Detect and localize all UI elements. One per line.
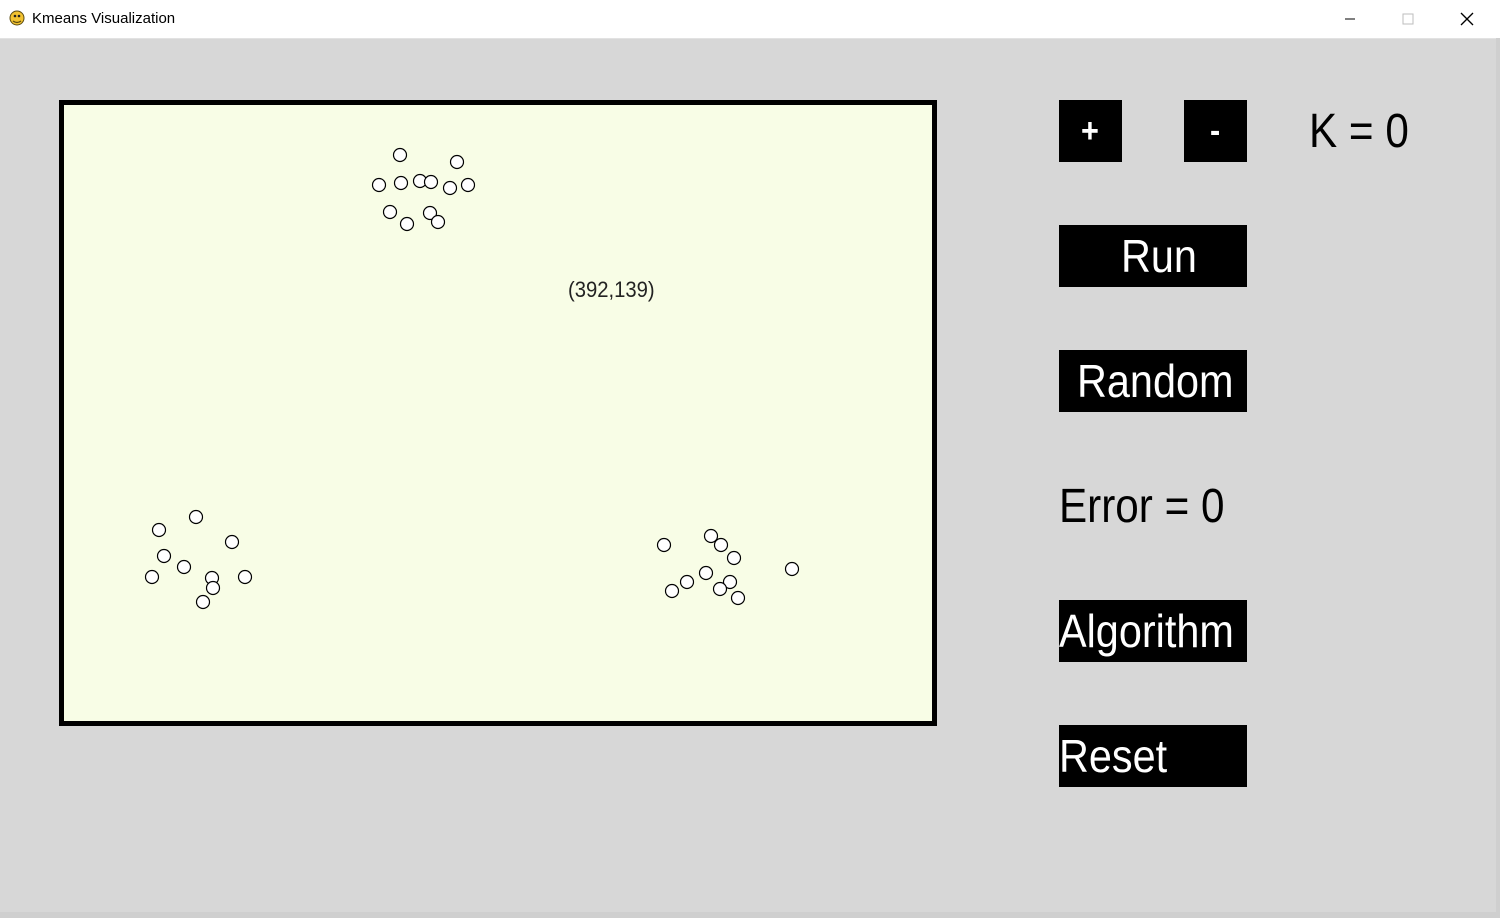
window-title: Kmeans Visualization bbox=[32, 10, 176, 27]
data-point bbox=[430, 214, 446, 230]
data-point bbox=[382, 204, 398, 220]
k-value-label: K = 0 bbox=[1309, 104, 1422, 159]
data-point bbox=[712, 581, 728, 597]
data-point bbox=[449, 154, 465, 170]
algorithm-label: Algorithm bbox=[1059, 605, 1234, 657]
data-point bbox=[156, 548, 172, 564]
points-canvas[interactable]: (392,139) bbox=[59, 100, 937, 726]
data-point bbox=[393, 175, 409, 191]
data-point bbox=[392, 147, 408, 163]
data-point bbox=[784, 561, 800, 577]
minus-label: - bbox=[1209, 112, 1221, 150]
data-point bbox=[726, 550, 742, 566]
error-text: Error = 0 bbox=[1059, 480, 1225, 533]
data-point bbox=[188, 509, 204, 525]
data-point bbox=[713, 537, 729, 553]
coordinate-readout: (392,139) bbox=[568, 277, 655, 302]
data-point bbox=[224, 534, 240, 550]
data-point bbox=[151, 522, 167, 538]
pygame-snake-icon bbox=[9, 10, 25, 26]
data-point bbox=[460, 177, 476, 193]
maximize-button[interactable] bbox=[1379, 0, 1437, 38]
data-point bbox=[442, 180, 458, 196]
plus-label: + bbox=[1080, 112, 1099, 150]
data-point bbox=[698, 565, 714, 581]
maximize-icon bbox=[1402, 13, 1414, 25]
error-value-label: Error = 0 bbox=[1059, 479, 1247, 534]
run-button[interactable]: Run bbox=[1059, 225, 1247, 287]
data-point bbox=[237, 569, 253, 585]
random-button[interactable]: Random bbox=[1059, 350, 1247, 412]
data-point bbox=[195, 594, 211, 610]
close-button[interactable] bbox=[1438, 0, 1496, 38]
taskbar-edge bbox=[0, 912, 1500, 918]
data-point bbox=[399, 216, 415, 232]
data-point bbox=[679, 574, 695, 590]
data-point bbox=[656, 537, 672, 553]
reset-label: Reset bbox=[1059, 730, 1168, 782]
close-icon bbox=[1460, 12, 1474, 26]
points-layer bbox=[144, 147, 800, 610]
increase-k-button[interactable]: + bbox=[1059, 100, 1122, 162]
random-label: Random bbox=[1077, 355, 1234, 407]
algorithm-button[interactable]: Algorithm bbox=[1059, 600, 1247, 662]
data-point bbox=[176, 559, 192, 575]
minimize-icon bbox=[1345, 18, 1355, 20]
run-label: Run bbox=[1121, 230, 1197, 282]
data-point bbox=[144, 569, 160, 585]
reset-button[interactable]: Reset bbox=[1059, 725, 1247, 787]
data-point bbox=[423, 174, 439, 190]
data-point bbox=[371, 177, 387, 193]
data-point bbox=[664, 583, 680, 599]
window-edge bbox=[1496, 38, 1500, 912]
data-point bbox=[205, 580, 221, 596]
minimize-button[interactable] bbox=[1321, 0, 1379, 38]
title-bar: Kmeans Visualization bbox=[0, 0, 1500, 39]
data-point bbox=[730, 590, 746, 606]
k-text: K = 0 bbox=[1309, 105, 1409, 158]
decrease-k-button[interactable]: - bbox=[1184, 100, 1247, 162]
